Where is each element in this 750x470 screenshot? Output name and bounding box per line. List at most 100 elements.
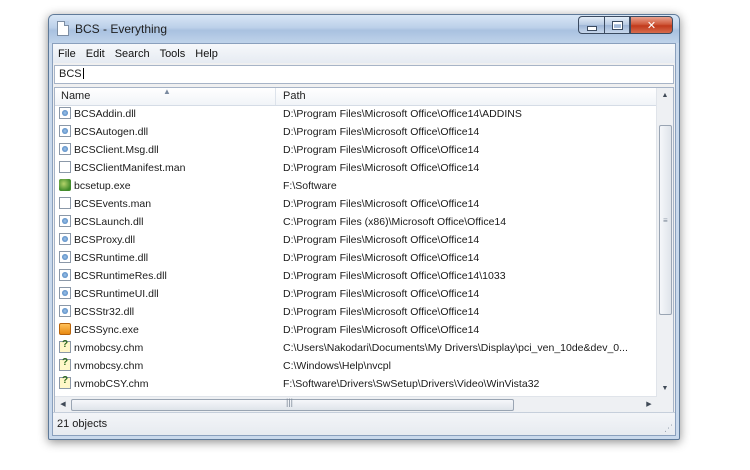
- file-name-cell: BCSAddin.dll: [59, 107, 136, 120]
- table-row[interactable]: BCSProxy.dll D:\Program Files\Microsoft …: [55, 231, 657, 249]
- file-path: C:\Windows\Help\nvcpl: [283, 360, 391, 372]
- setup-exe-icon: [59, 179, 71, 191]
- file-name-cell: nvmobcsy.chm: [59, 339, 144, 354]
- maximize-button[interactable]: [604, 16, 630, 34]
- scroll-right-button[interactable]: ▶: [641, 397, 657, 413]
- file-path: D:\Program Files\Microsoft Office\Office…: [283, 270, 506, 282]
- search-input[interactable]: BCS: [54, 65, 674, 84]
- file-name: nvmobcsy.chm: [74, 342, 144, 354]
- file-path: D:\Program Files\Microsoft Office\Office…: [283, 162, 480, 174]
- close-icon: ✕: [646, 19, 657, 32]
- table-row[interactable]: BCSAutogen.dll D:\Program Files\Microsof…: [55, 123, 657, 141]
- file-name: BCSRuntime.dll: [74, 252, 149, 264]
- file-name-cell: BCSRuntimeRes.dll: [59, 269, 167, 282]
- results-list[interactable]: Name ▲ Path BCSAddin.dll D:\Program File…: [54, 87, 674, 414]
- file-name: BCSEvents.man: [74, 198, 152, 210]
- file-path: C:\Users\Nakodari\Documents\My Drivers\D…: [283, 342, 628, 354]
- file-name-cell: BCSClient.Msg.dll: [59, 143, 159, 156]
- table-row[interactable]: nvmobcsy.chm C:\Windows\Help\nvcpl: [55, 357, 657, 375]
- table-row[interactable]: BCSRuntimeUI.dll D:\Program Files\Micros…: [55, 285, 657, 303]
- table-row[interactable]: BCSAddin.dll D:\Program Files\Microsoft …: [55, 105, 657, 123]
- table-row[interactable]: BCSClientManifest.man D:\Program Files\M…: [55, 159, 657, 177]
- arrow-right-icon: ▶: [646, 401, 652, 408]
- rows-container: BCSAddin.dll D:\Program Files\Microsoft …: [55, 105, 657, 393]
- help-file-icon: [59, 375, 71, 389]
- file-name-cell: nvmobcsy.chm: [59, 357, 143, 372]
- dll-file-icon: [59, 125, 71, 137]
- arrow-left-icon: ◀: [60, 401, 66, 408]
- file-path: D:\Program Files\Microsoft Office\Office…: [283, 144, 480, 156]
- scroll-down-button[interactable]: ▼: [657, 381, 673, 397]
- file-name: bcsetup.exe: [74, 180, 131, 192]
- file-name: BCSClient.Msg.dll: [74, 144, 159, 156]
- file-name: BCSStr32.dll: [74, 306, 135, 318]
- file-name-cell: BCSClientManifest.man: [59, 161, 185, 174]
- dll-file-icon: [59, 215, 71, 227]
- help-file-icon: [59, 357, 71, 371]
- vertical-scroll-thumb[interactable]: ≡: [659, 125, 672, 315]
- menu-edit[interactable]: Edit: [81, 48, 110, 60]
- file-name-cell: BCSStr32.dll: [59, 305, 135, 318]
- file-name-cell: BCSSync.exe: [59, 323, 139, 336]
- table-row[interactable]: BCSSync.exe D:\Program Files\Microsoft O…: [55, 321, 657, 339]
- column-header-name[interactable]: Name: [61, 90, 90, 102]
- file-name-cell: BCSEvents.man: [59, 197, 152, 210]
- menu-help[interactable]: Help: [190, 48, 223, 60]
- menu-file[interactable]: File: [53, 48, 81, 60]
- dll-file-icon: [59, 287, 71, 299]
- file-path: D:\Program Files\Microsoft Office\Office…: [283, 306, 480, 318]
- dll-file-icon: [59, 305, 71, 317]
- table-row[interactable]: BCSLaunch.dll C:\Program Files (x86)\Mic…: [55, 213, 657, 231]
- menu-bar: File Edit Search Tools Help: [53, 44, 675, 63]
- table-row[interactable]: bcsetup.exe F:\Software: [55, 177, 657, 195]
- scroll-up-button[interactable]: ▲: [657, 88, 673, 104]
- file-path: D:\Program Files\Microsoft Office\Office…: [283, 252, 480, 264]
- table-row[interactable]: BCSStr32.dll D:\Program Files\Microsoft …: [55, 303, 657, 321]
- office-exe-icon: [59, 323, 71, 335]
- file-name-cell: nvmobCSY.chm: [59, 375, 149, 390]
- arrow-down-icon: ▼: [661, 385, 669, 392]
- file-name-cell: BCSRuntime.dll: [59, 251, 149, 264]
- file-name: BCSAddin.dll: [74, 108, 136, 120]
- file-name: BCSAutogen.dll: [74, 126, 149, 138]
- sort-ascending-icon: ▲: [163, 87, 171, 96]
- table-row[interactable]: BCSRuntime.dll D:\Program Files\Microsof…: [55, 249, 657, 267]
- file-path: D:\Program Files\Microsoft Office\Office…: [283, 108, 522, 120]
- file-path: D:\Program Files\Microsoft Office\Office…: [283, 126, 480, 138]
- file-path: D:\Program Files\Microsoft Office\Office…: [283, 198, 480, 210]
- menu-tools[interactable]: Tools: [155, 48, 191, 60]
- file-path: C:\Program Files (x86)\Microsoft Office\…: [283, 216, 507, 228]
- table-row[interactable]: BCSClient.Msg.dll D:\Program Files\Micro…: [55, 141, 657, 159]
- file-name: BCSLaunch.dll: [74, 216, 144, 228]
- file-name-cell: BCSLaunch.dll: [59, 215, 144, 228]
- table-row[interactable]: BCSEvents.man D:\Program Files\Microsoft…: [55, 195, 657, 213]
- list-header: Name ▲ Path: [55, 88, 657, 106]
- document-file-icon: [59, 197, 71, 209]
- column-header-path[interactable]: Path: [283, 90, 306, 102]
- table-row[interactable]: nvmobcsy.chm C:\Users\Nakodari\Documents…: [55, 339, 657, 357]
- table-row[interactable]: nvmobCSY.chm F:\Software\Drivers\SwSetup…: [55, 375, 657, 393]
- document-file-icon: [59, 161, 71, 173]
- resize-grip-icon[interactable]: ⋰: [664, 423, 673, 434]
- dll-file-icon: [59, 233, 71, 245]
- horizontal-scroll-thumb[interactable]: |||: [71, 397, 514, 411]
- file-path: F:\Software: [283, 180, 337, 192]
- maximize-icon: [611, 20, 623, 30]
- title-bar[interactable]: BCS - Everything ✕: [49, 15, 679, 43]
- window-title: BCS - Everything: [75, 22, 168, 36]
- horizontal-scrollbar[interactable]: ◀ ||| ▶: [55, 396, 657, 413]
- scrollbar-corner: [657, 397, 673, 413]
- help-file-icon: [59, 339, 71, 353]
- status-bar: 21 objects ⋰: [53, 412, 675, 435]
- table-row[interactable]: BCSRuntimeRes.dll D:\Program Files\Micro…: [55, 267, 657, 285]
- close-button[interactable]: ✕: [630, 16, 673, 34]
- column-divider[interactable]: [275, 88, 276, 105]
- scroll-left-button[interactable]: ◀: [55, 397, 71, 413]
- dll-file-icon: [59, 107, 71, 119]
- caption-buttons: ✕: [578, 16, 673, 35]
- dll-file-icon: [59, 143, 71, 155]
- vertical-scrollbar[interactable]: ▲ ≡ ▼: [656, 88, 673, 397]
- minimize-button[interactable]: [578, 16, 604, 34]
- file-name: BCSSync.exe: [74, 324, 139, 336]
- menu-search[interactable]: Search: [110, 48, 155, 60]
